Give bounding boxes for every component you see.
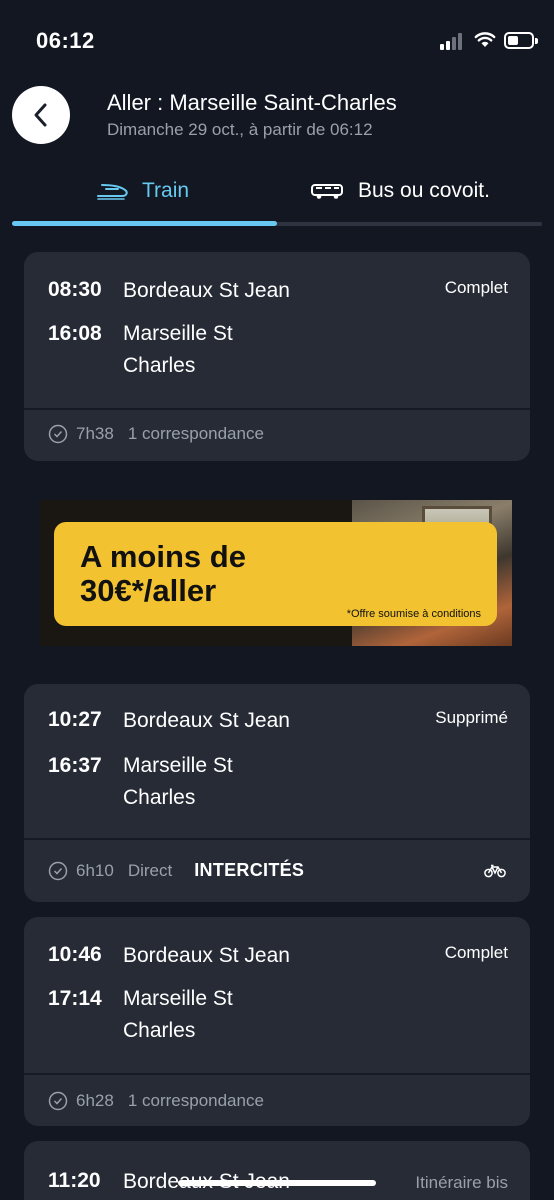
journey-card[interactable]: 10:27 Bordeaux St Jean Supprimé 16:37 Ma… [24,684,530,902]
chevron-left-icon [34,103,47,127]
departure-time: 10:46 [48,943,102,966]
tab-active-indicator [12,221,277,226]
clock-icon [48,861,68,881]
departure-time: 10:27 [48,708,102,731]
arrival-station-line2: Charles [123,1019,196,1042]
duration: 7h38 [76,424,114,443]
tab-train-label: Train [142,179,190,202]
departure-station: Bordeaux St Jean [123,709,290,732]
departure-time: 11:20 [48,1169,101,1192]
cellular-signal-icon [440,32,466,50]
status-badge: Complet [444,943,508,962]
departure-time: 08:30 [48,278,102,301]
promo-banner[interactable]: A moins de 30€*/aller *Offre soumise à c… [40,500,512,646]
page-subtitle: Dimanche 29 oct., à partir de 06:12 [107,120,373,139]
bus-icon [310,182,346,200]
status-badge: Supprimé [435,708,508,727]
arrival-station-line2: Charles [123,354,196,377]
duration: 6h28 [76,1091,114,1110]
status-badge: Itinéraire bis [415,1173,508,1192]
connections: Direct [127,860,173,880]
header: Aller : Marseille Saint-Charles Dimanche… [0,84,554,154]
status-time: 06:12 [36,28,95,53]
tab-bus-label: Bus ou covoit. [358,179,490,202]
back-button[interactable] [12,86,70,144]
departure-station: Bordeaux St Jean [123,944,290,967]
arrival-time: 16:37 [48,754,102,777]
arrival-time: 17:14 [48,987,102,1010]
departure-station: Bordeaux St Jean [123,279,290,302]
arrival-station-line1: Marseille St [123,322,233,345]
arrival-station-line1: Marseille St [123,754,233,777]
arrival-time: 16:08 [48,322,102,345]
status-badge: Complet [444,278,508,297]
wifi-icon [474,32,496,47]
divider [24,838,530,840]
duration: 6h10 [76,860,114,880]
tab-train[interactable]: Train [96,168,189,214]
connections: 1 correspondance [127,424,264,443]
banner-headline-line2: 30€*/aller [80,573,217,608]
page-title: Aller : Marseille Saint-Charles [107,90,397,115]
journey-card[interactable]: 08:30 Bordeaux St Jean Complet 16:08 Mar… [24,252,530,461]
banner-fine-print: *Offre soumise à conditions [346,608,481,620]
divider [24,408,530,410]
bicycle-icon [484,864,506,883]
banner-headline-line1: A moins de [80,539,246,574]
journey-card[interactable]: 11:20 Bordeaux St Jean Itinéraire bis [24,1141,530,1200]
clock-icon [48,1091,68,1111]
journey-card[interactable]: 10:46 Bordeaux St Jean Complet 17:14 Mar… [24,917,530,1126]
transport-tabs: Train Bus ou covoit. [0,168,554,230]
connections: 1 correspondance [127,1091,264,1110]
status-bar: 06:12 [0,0,554,80]
train-icon [96,182,130,200]
clock-icon [48,424,68,444]
arrival-station-line2: Charles [123,786,196,809]
battery-icon [504,32,538,49]
arrival-station-line1: Marseille St [123,987,233,1010]
banner-yellow-box: A moins de 30€*/aller *Offre soumise à c… [54,522,497,626]
divider [24,1073,530,1075]
train-brand: INTERCITÉS [194,860,305,880]
home-indicator[interactable] [178,1180,376,1186]
tab-bus[interactable]: Bus ou covoit. [310,168,490,214]
